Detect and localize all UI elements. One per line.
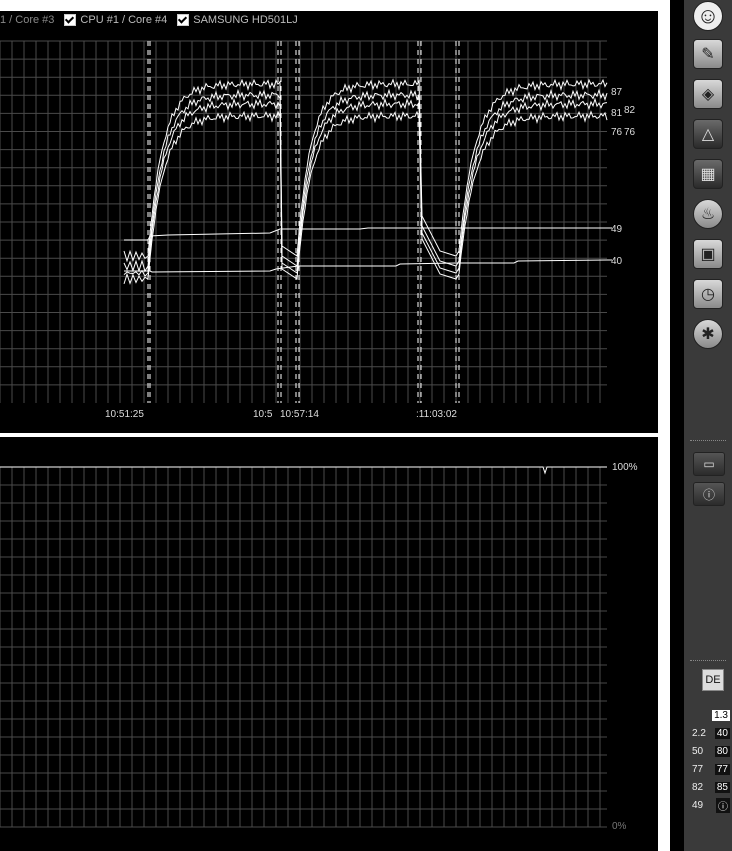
window-top-border	[0, 0, 658, 11]
tray-value: 77	[692, 763, 704, 775]
tray-row: 50 80	[692, 742, 730, 760]
memory-icon[interactable]: ◈	[692, 78, 724, 110]
usage-bottom-label: 0%	[612, 821, 627, 832]
usage-top-label: 100%	[612, 462, 638, 473]
value-label: 81	[611, 108, 623, 119]
value-label: 76	[624, 127, 636, 138]
dotted-divider	[690, 660, 726, 665]
legend-item-core3[interactable]: 1 / Core #3	[0, 14, 54, 26]
motherboard-icon[interactable]: ▦	[692, 158, 724, 190]
tray-row: 77 77	[692, 760, 730, 778]
legend-label-hdd: SAMSUNG HD501LJ	[193, 13, 298, 26]
sidebar-toolbar: ☺ ✎ ◈ △ ▦ ♨ ▣ ◷ ✱ ▭ ⓘ DE 1.3 2.2 40 50 80 …	[684, 0, 732, 851]
value-label: 82	[624, 105, 636, 116]
dotted-divider	[690, 440, 726, 445]
value-label: 49	[611, 224, 623, 235]
temperature-graph: 10:51:25 10:5 10:57:14:11:03:028781 8276 764…	[0, 40, 636, 420]
tray-row: 82 85	[692, 778, 730, 796]
time-axis-label: :11:03:02	[416, 409, 457, 420]
language-label: DE	[705, 674, 721, 686]
window-frame	[670, 0, 684, 851]
value-label: 87	[611, 87, 623, 98]
legend-item-core4[interactable]: CPU #1 / Core #4	[64, 13, 168, 26]
value-label: 40	[611, 256, 623, 267]
clock-icon[interactable]: ◷	[692, 278, 724, 310]
triangle-icon[interactable]: △	[692, 118, 724, 150]
smiley-icon[interactable]: ☺	[692, 0, 724, 32]
language-indicator[interactable]: DE	[702, 669, 724, 691]
checkbox-core4[interactable]	[64, 13, 77, 26]
folder-icon[interactable]: ▭	[693, 452, 725, 476]
checkbox-hdd[interactable]	[177, 13, 190, 26]
tray-row: 49 ⓘ	[692, 796, 730, 814]
legend-label-core3: 1 / Core #3	[0, 13, 55, 26]
tray-value[interactable]: 40	[714, 727, 730, 739]
puzzle-icon[interactable]: ✱	[692, 318, 724, 350]
cpu-usage-graph-panel: 100% 0%	[0, 437, 658, 851]
monitor-icon[interactable]: ▣	[692, 238, 724, 270]
time-axis-label: 10:5	[253, 409, 273, 420]
sensor-legend: 1 / Core #3 CPU #1 / Core #4 SAMSUNG HD5…	[0, 11, 308, 28]
flame-icon[interactable]: ♨	[692, 198, 724, 230]
time-axis-label: 10:51:25	[105, 409, 144, 420]
tray-value[interactable]: ⓘ	[716, 797, 730, 813]
temperature-graph-panel: 10:51:25 10:5 10:57:14:11:03:02 87 81 82 76 76 4…	[0, 11, 658, 433]
tray-value: 82	[692, 781, 704, 793]
legend-item-hdd[interactable]: SAMSUNG HD501LJ	[177, 13, 298, 26]
tray-value: 50	[692, 745, 704, 757]
tray-value: 2.2	[692, 727, 706, 739]
legend-label-core4: CPU #1 / Core #4	[80, 13, 168, 26]
tray-value: 49	[692, 799, 704, 811]
tray-value[interactable]: 77	[714, 763, 730, 775]
ase-icon[interactable]: ✎	[692, 38, 724, 70]
value-label: 76	[611, 127, 623, 138]
time-axis-label: 10:57:14	[280, 409, 319, 420]
tray-value[interactable]: 1.3	[712, 709, 730, 721]
info-button-label: ⓘ	[702, 487, 715, 502]
temperature-line-40	[124, 259, 612, 273]
info-icon[interactable]: ⓘ	[693, 482, 725, 506]
temperature-curve	[123, 97, 608, 277]
cpu-usage-graph: 100% 0%	[0, 462, 638, 832]
window-right-border	[658, 0, 670, 851]
tray-value[interactable]: 80	[714, 745, 730, 757]
tray-row: 1.3	[692, 706, 730, 724]
tray-row: 2.2 40	[692, 724, 730, 742]
hdd-temperature-line	[124, 227, 612, 241]
system-tray: 1.3 2.2 40 50 80 77 77 82 85 49 ⓘ	[692, 706, 730, 814]
tray-value[interactable]: 85	[714, 781, 730, 793]
